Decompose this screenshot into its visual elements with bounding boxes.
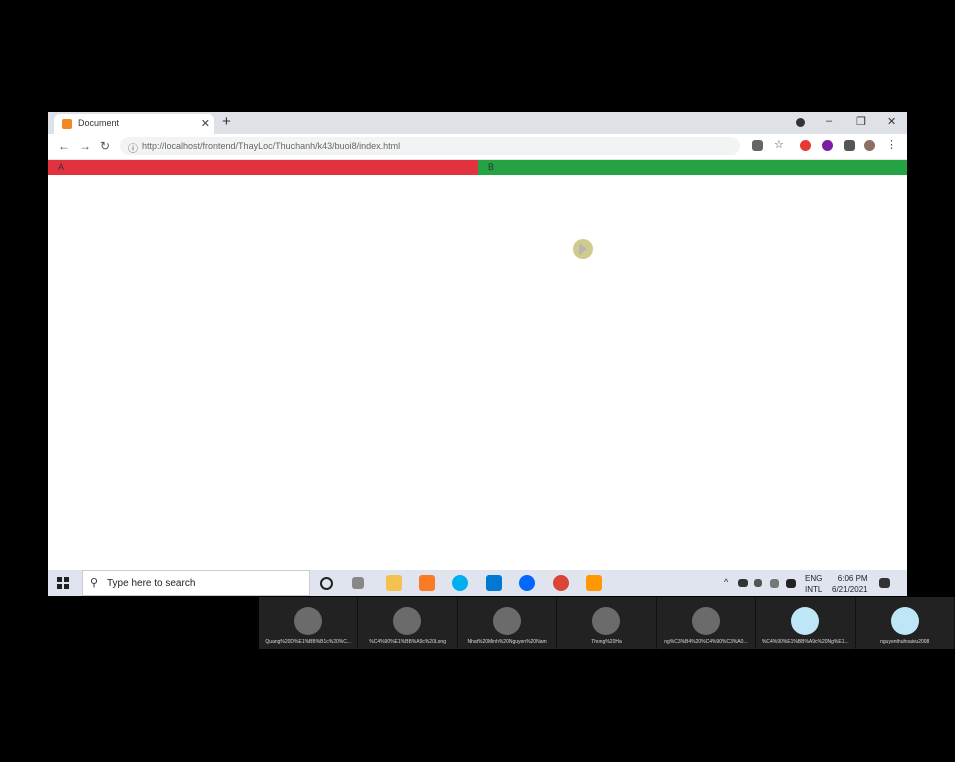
default-user-avatar-icon [791, 607, 820, 635]
participant-tile[interactable]: nguyenthuhoaivu2008 [855, 597, 955, 649]
participant-tile[interactable]: Thong%20Ha [557, 597, 657, 649]
forward-button[interactable]: → [79, 139, 91, 153]
chrome-icon[interactable] [553, 575, 569, 591]
menu-kebab-icon[interactable]: ⋮ [886, 138, 897, 151]
participant-name: ng%C3%B4%20%C4%90%C3%A0... [664, 639, 748, 645]
mouse-cursor-highlight [573, 239, 593, 259]
extension-color-icon[interactable] [800, 140, 811, 151]
browser-window: Document ✕ + – ❐ ✕ ← → ↻ ⓘ http://localh… [48, 112, 907, 596]
media-control-icon[interactable] [796, 118, 805, 127]
address-toolbar: ← → ↻ ⓘ http://localhost/frontend/ThayLo… [48, 134, 907, 160]
clock-time: 6:06 PM [837, 574, 868, 583]
minimize-button[interactable]: – [826, 115, 832, 127]
file-explorer-icon[interactable] [386, 575, 402, 591]
page-boxes: A B [48, 160, 907, 175]
participant-name: Nhat%20Minh%20Nguyen%20Nam [467, 639, 547, 645]
clock-date: 6/21/2021 [832, 585, 868, 594]
taskbar-search-box[interactable]: ⚲ Type here to search [82, 570, 310, 596]
participant-name: nguyenthuhoaivu2008 [880, 639, 930, 645]
reload-button[interactable]: ↻ [100, 139, 110, 153]
extensions-puzzle-icon[interactable] [844, 140, 855, 151]
qr-code-icon[interactable] [752, 140, 763, 151]
tab-strip: Document ✕ + – ❐ ✕ [48, 112, 907, 134]
participant-tile[interactable]: %C4%90%E1%BB%A9c%20Ng%E1... [756, 597, 856, 649]
window-close-button[interactable]: ✕ [887, 115, 896, 128]
dropbox-icon[interactable] [786, 579, 796, 588]
participant-tile[interactable]: %C4%90%E1%BB%A9c%20Long [358, 597, 458, 649]
bookmark-star-icon[interactable]: ☆ [774, 138, 785, 151]
box-a: A [48, 160, 478, 175]
tab-title: Document [78, 118, 120, 128]
lang-line2: INTL [805, 585, 823, 594]
taskbar-clock[interactable]: 6:06 PM 6/21/2021 [832, 573, 868, 595]
box-a-label: A [58, 162, 65, 172]
task-view-icon[interactable] [352, 577, 364, 589]
box-b: B [478, 160, 907, 175]
participant-tile[interactable]: Quang%20D%E1%BB%B1c%20%C... [259, 597, 359, 649]
battery-icon[interactable] [738, 579, 748, 587]
box-b-label: B [488, 162, 495, 172]
participant-tile[interactable]: Nhat%20Minh%20Nguyen%20Nam [457, 597, 558, 649]
participant-name: %C4%90%E1%BB%A9c%20Long [369, 639, 446, 645]
back-button[interactable]: ← [58, 139, 70, 153]
sublime-text-icon[interactable] [586, 575, 602, 591]
participant-avatar [294, 607, 322, 635]
restore-button[interactable]: ❐ [856, 115, 866, 128]
language-indicator[interactable]: ENG INTL [805, 573, 822, 595]
zalo-icon[interactable] [519, 575, 535, 591]
profile-avatar[interactable] [864, 140, 875, 151]
lang-line1: ENG [805, 574, 823, 583]
extension-record-icon[interactable] [822, 140, 833, 151]
vscode-icon[interactable] [486, 575, 502, 591]
participant-name: Thong%20Ha [591, 639, 622, 645]
tray-chevron-icon[interactable]: ^ [724, 577, 728, 587]
participant-tile[interactable]: ng%C3%B4%20%C4%90%C3%A0... [656, 597, 757, 649]
participant-name: %C4%90%E1%BB%A9c%20Ng%E1... [761, 639, 849, 645]
search-placeholder: Type here to search [107, 578, 196, 589]
windows-start-icon[interactable] [57, 577, 69, 589]
participant-avatar [492, 607, 521, 635]
search-icon: ⚲ [90, 577, 99, 589]
xampp-icon[interactable] [419, 575, 435, 591]
meeting-participants-strip: Quang%20D%E1%BB%B1c%20%C... %C4%90%E1%BB… [259, 597, 955, 649]
tab-document[interactable]: Document ✕ [54, 114, 214, 134]
volume-icon[interactable] [754, 579, 762, 587]
participant-avatar [691, 607, 720, 635]
notification-icon[interactable] [879, 578, 890, 588]
site-info-icon[interactable]: ⓘ [128, 140, 138, 155]
windows-taskbar: ⚲ Type here to search ^ ENG INTL 6:06 PM… [48, 570, 907, 596]
participant-name: Quang%20D%E1%BB%B1c%20%C... [265, 639, 352, 645]
address-bar[interactable]: ⓘ http://localhost/frontend/ThayLoc/Thuc… [120, 137, 740, 155]
tab-close-icon[interactable]: ✕ [201, 117, 210, 130]
xampp-favicon-icon [62, 119, 72, 129]
new-tab-button[interactable]: + [222, 113, 231, 130]
participant-avatar [393, 607, 422, 635]
participant-avatar [592, 607, 621, 635]
wifi-icon[interactable] [770, 579, 779, 588]
default-user-avatar-icon [890, 607, 919, 635]
cortana-icon[interactable] [320, 577, 333, 590]
url-text[interactable]: http://localhost/frontend/ThayLoc/Thucha… [142, 141, 400, 151]
skype-icon[interactable] [452, 575, 468, 591]
